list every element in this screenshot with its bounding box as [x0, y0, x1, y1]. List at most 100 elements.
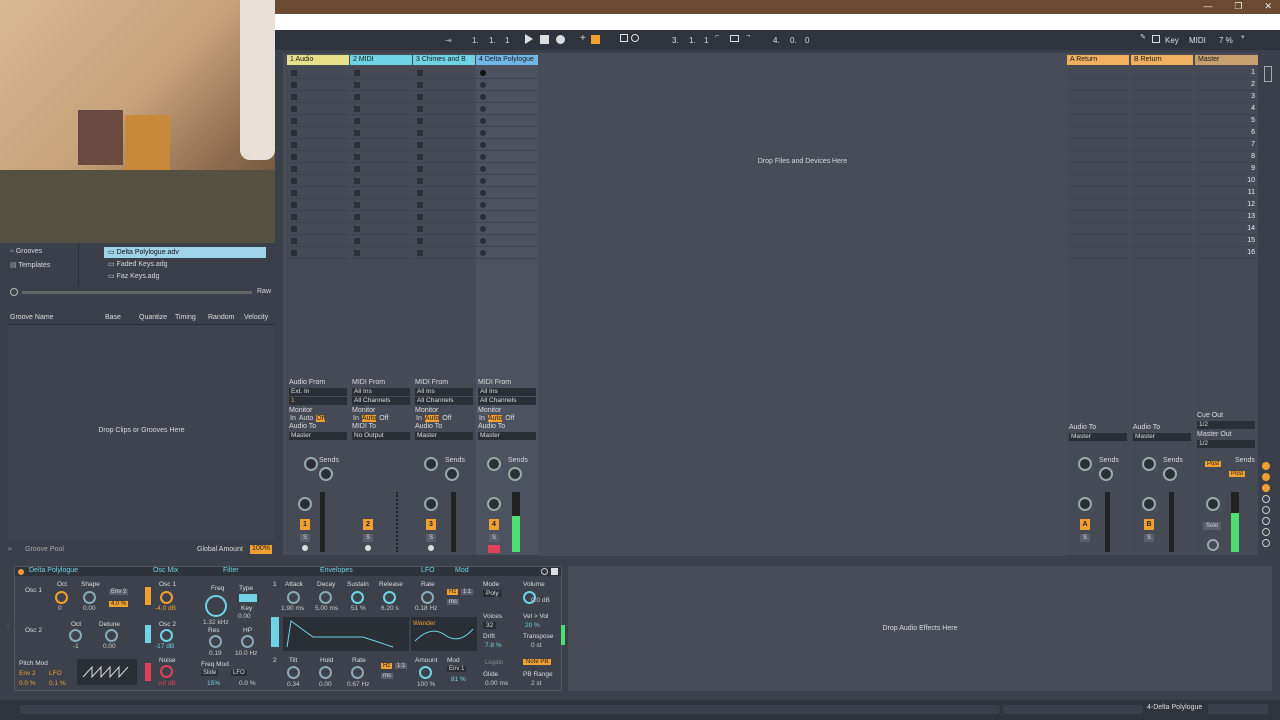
lfo-mod-amount[interactable]: 81 %: [451, 676, 466, 683]
monitor-auto-button[interactable]: Auto: [299, 415, 313, 422]
track-title[interactable]: 3 Chimes and B: [413, 55, 475, 65]
clip-slot[interactable]: [476, 91, 538, 103]
filter-freq-knob[interactable]: [205, 595, 227, 617]
send-b-knob[interactable]: [508, 467, 522, 481]
groove-pool-icon[interactable]: ≈: [8, 546, 12, 553]
clip-slot[interactable]: [287, 187, 349, 199]
key-map-button[interactable]: Key: [1165, 36, 1179, 45]
glide-value[interactable]: 0.00 ms: [485, 680, 508, 687]
clip-slot[interactable]: [413, 175, 475, 187]
send-b-knob[interactable]: [1099, 467, 1113, 481]
pitch-mod-src2[interactable]: LFO: [49, 670, 62, 677]
decay-knob[interactable]: [319, 591, 332, 604]
clip-slot[interactable]: [1131, 211, 1193, 223]
solo-button[interactable]: S: [1144, 534, 1154, 542]
loop-icon[interactable]: [730, 35, 739, 42]
browser-item[interactable]: ▭ Faz Keys.adg: [108, 272, 159, 280]
pb-range-value[interactable]: 2 st: [531, 680, 541, 687]
collapse-icon[interactable]: ⋮: [4, 620, 12, 629]
input-type-select[interactable]: All Ins: [352, 388, 410, 396]
solo-button[interactable]: S: [363, 534, 373, 542]
solo-button[interactable]: S: [300, 534, 310, 542]
clip-slot[interactable]: [1067, 199, 1129, 211]
clip-slot[interactable]: [350, 91, 412, 103]
draw-mode-icon[interactable]: ✎: [1140, 33, 1146, 41]
noise-knob[interactable]: [160, 665, 173, 678]
device-title[interactable]: Delta Polylogue: [29, 567, 78, 574]
chevron-down-icon[interactable]: ▾: [1241, 33, 1245, 41]
drift-value[interactable]: 7.8 %: [485, 642, 502, 649]
loop-start-sixteenth[interactable]: 1: [704, 36, 708, 45]
clip-slot[interactable]: [413, 67, 475, 79]
punch-in-icon[interactable]: ⌐: [715, 33, 719, 40]
pitch-mod-src1[interactable]: Env 2: [19, 670, 36, 677]
clip-slot[interactable]: [413, 211, 475, 223]
pan-knob[interactable]: [424, 497, 438, 511]
clip-slot[interactable]: [413, 79, 475, 91]
monitor-in-button[interactable]: In: [479, 415, 485, 422]
filter-res-knob[interactable]: [209, 635, 222, 648]
clip-slot[interactable]: [1067, 67, 1129, 79]
monitor-in-button[interactable]: In: [353, 415, 359, 422]
pan-knob[interactable]: [1078, 497, 1092, 511]
clip-slot[interactable]: [287, 163, 349, 175]
scene-launch[interactable]: 12: [1195, 199, 1258, 211]
clip-slot[interactable]: [1131, 163, 1193, 175]
clip-slot[interactable]: [413, 139, 475, 151]
monitor-off-button[interactable]: Off: [442, 415, 451, 422]
clip-slot[interactable]: [413, 235, 475, 247]
clip-slot[interactable]: [476, 247, 538, 259]
monitor-off-button[interactable]: Off: [316, 415, 326, 422]
clip-slot[interactable]: [1131, 199, 1193, 211]
cue-volume-knob[interactable]: [1207, 539, 1219, 551]
global-amount-value[interactable]: 100%: [250, 545, 272, 554]
clip-slot[interactable]: [287, 175, 349, 187]
voices-select[interactable]: 32: [483, 622, 497, 629]
clip-slot[interactable]: [413, 151, 475, 163]
restore-icon[interactable]: ❐: [1234, 1, 1242, 12]
osc1-mix-toggle[interactable]: [145, 587, 151, 605]
track-title[interactable]: 4 Delta Polylogue: [476, 55, 538, 65]
freq-mod-amt2[interactable]: 0.0 %: [239, 680, 256, 687]
clip-slot[interactable]: [476, 151, 538, 163]
loop-start-beat[interactable]: 1.: [689, 36, 696, 45]
clip-slot[interactable]: [1067, 211, 1129, 223]
mod-tab[interactable]: Mod: [455, 567, 469, 574]
play-icon[interactable]: [525, 34, 533, 44]
sidebar-item-templates[interactable]: ▤ Templates: [10, 261, 50, 269]
output-type-select[interactable]: Master: [1069, 433, 1127, 441]
freq-mod-src2[interactable]: LFO: [231, 670, 247, 676]
solo-button[interactable]: S: [489, 534, 499, 542]
clip-slot[interactable]: [413, 91, 475, 103]
clip-slot[interactable]: [413, 163, 475, 175]
scene-launch[interactable]: 6: [1195, 127, 1258, 139]
send-b-knob[interactable]: [445, 467, 459, 481]
toggle-icon[interactable]: [1262, 517, 1270, 525]
scene-launch[interactable]: 7: [1195, 139, 1258, 151]
monitor-auto-button[interactable]: Auto: [424, 415, 440, 422]
punch-out-icon[interactable]: ¬: [746, 33, 750, 40]
tilt-knob[interactable]: [287, 666, 300, 679]
freq-mod-amt1[interactable]: 15%: [207, 680, 220, 687]
clip-slot[interactable]: [287, 115, 349, 127]
output-type-select[interactable]: Master: [289, 432, 347, 440]
track-title[interactable]: 2 MIDI: [350, 55, 412, 65]
clip-slot[interactable]: [350, 175, 412, 187]
scene-launch[interactable]: 15: [1195, 235, 1258, 247]
clip-slot[interactable]: [413, 247, 475, 259]
scene-launch[interactable]: 11: [1195, 187, 1258, 199]
env2-sync-button[interactable]: 1:1: [395, 663, 408, 669]
automation-arm-icon[interactable]: [591, 35, 600, 44]
scene-launch[interactable]: 2: [1195, 79, 1258, 91]
clip-slot[interactable]: [1067, 235, 1129, 247]
clip-slot[interactable]: [350, 103, 412, 115]
midi-map-button[interactable]: MIDI: [1189, 36, 1206, 45]
scene-launch[interactable]: 10: [1195, 175, 1258, 187]
clip-slot[interactable]: [287, 211, 349, 223]
clip-slot[interactable]: [350, 163, 412, 175]
clip-slot[interactable]: [476, 223, 538, 235]
send-a-knob[interactable]: [424, 457, 438, 471]
input-type-select[interactable]: All Ins: [478, 388, 536, 396]
scene-launch[interactable]: 1: [1195, 67, 1258, 79]
scene-launch[interactable]: 3: [1195, 91, 1258, 103]
